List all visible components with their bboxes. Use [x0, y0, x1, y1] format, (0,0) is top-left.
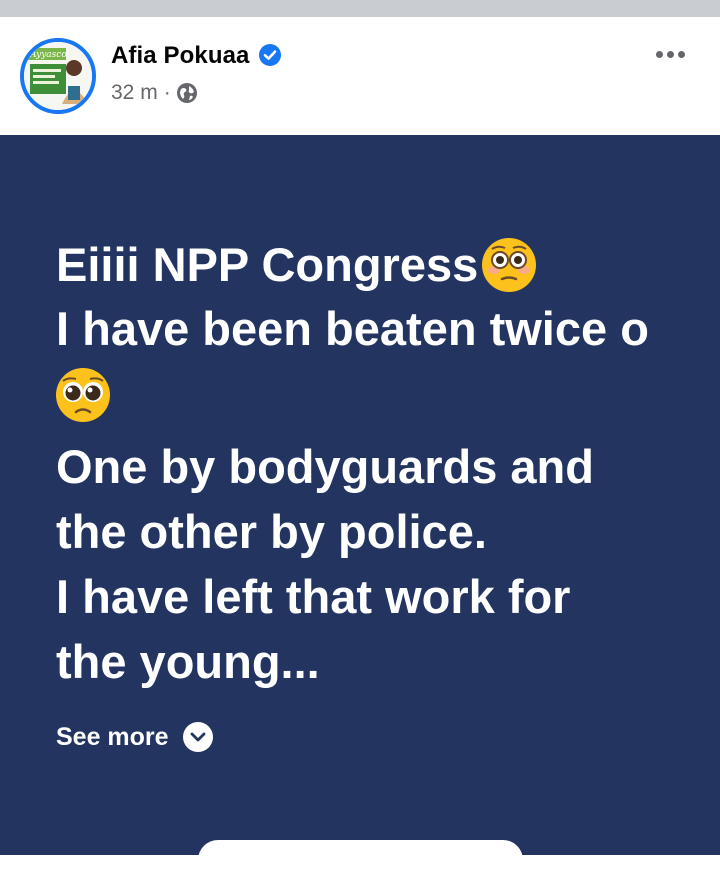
more-dot — [677, 50, 685, 58]
chevron-down-icon — [182, 722, 213, 752]
next-content-peek — [198, 840, 523, 880]
more-dot — [666, 50, 674, 58]
avatar-caption: Ayyasco — [29, 50, 67, 60]
post-meta: 32 m · — [111, 80, 198, 106]
see-more-label: See more — [56, 722, 169, 751]
pleading-face-emoji — [56, 367, 110, 422]
post-line-3 — [56, 365, 112, 425]
globe-icon — [176, 83, 197, 103]
more-options-icon[interactable] — [650, 40, 690, 68]
flushed-face-emoji — [482, 237, 537, 292]
post-timestamp[interactable]: 32 m — [111, 81, 158, 105]
post-line-1: Eiiii NPP Congress — [56, 235, 538, 295]
post-text-background: Eiiii NPP Congress I have been beaten tw… — [0, 135, 720, 855]
post-line-2: I have been beaten twice o — [56, 302, 649, 355]
verified-badge-icon — [259, 44, 281, 66]
see-more-button[interactable]: See more — [56, 722, 213, 752]
post-line-4: One by bodyguards and — [56, 440, 594, 493]
more-dot — [655, 50, 663, 58]
top-status-strip — [0, 0, 720, 17]
post-header — [0, 17, 720, 135]
post-line-text: Eiiii NPP Congress — [56, 238, 479, 291]
avatar-image: Ayyasco — [24, 42, 92, 110]
meta-separator: · — [163, 81, 171, 104]
post-line-5: the other by police. — [56, 505, 487, 558]
post-line-7: the young... — [56, 635, 320, 688]
author-avatar[interactable]: Ayyasco — [20, 38, 96, 114]
post-line-6: I have left that work for — [56, 570, 571, 623]
author-name[interactable]: Afia Pokuaa — [111, 42, 249, 70]
